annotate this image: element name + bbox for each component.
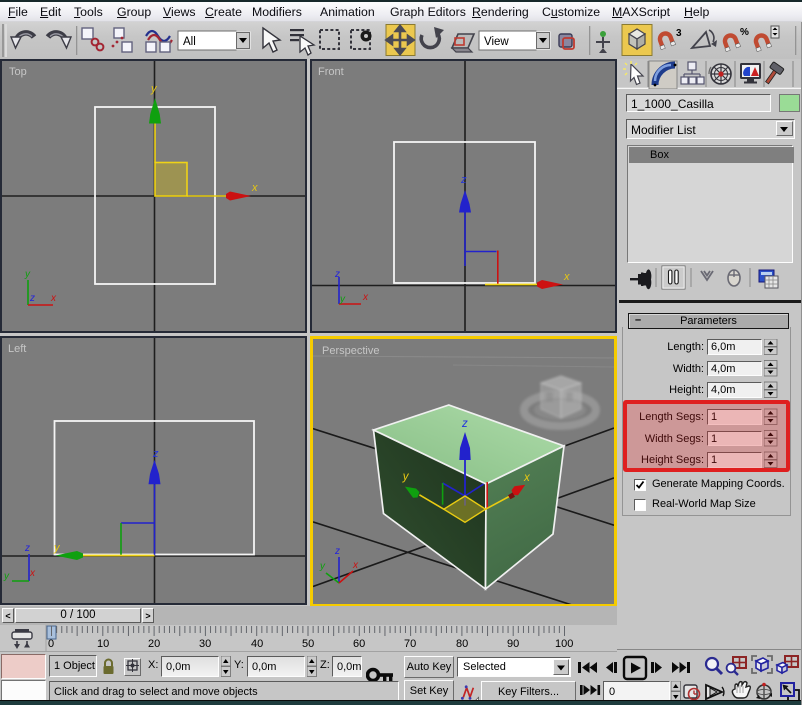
svg-text:z: z [24, 543, 30, 554]
svg-text:z: z [334, 269, 340, 280]
svg-text:y: y [339, 294, 346, 305]
svg-text:Top: Top [9, 66, 27, 78]
svg-text:%: % [740, 27, 749, 38]
svg-text:x: x [251, 182, 258, 194]
svg-text:x: x [29, 568, 36, 579]
svg-text:Left: Left [8, 343, 26, 355]
svg-text:y: y [150, 83, 158, 95]
svg-text:y: y [3, 571, 10, 582]
svg-text:z: z [29, 293, 35, 304]
svg-text:Front: Front [318, 66, 344, 78]
svg-text:Perspective: Perspective [322, 345, 379, 357]
svg-text:y: y [24, 269, 31, 280]
svg-text:3: 3 [676, 28, 682, 39]
svg-text:x: x [362, 292, 369, 303]
svg-text:x: x [352, 560, 359, 571]
svg-text:All: All [183, 36, 196, 48]
svg-text:x: x [563, 271, 570, 283]
svg-text:z: z [461, 418, 468, 430]
svg-text:y: y [319, 561, 326, 572]
svg-text:y: y [53, 542, 61, 554]
svg-text:z: z [152, 448, 159, 460]
svg-text:View: View [484, 36, 509, 48]
svg-text:x: x [50, 293, 57, 304]
svg-text:z: z [460, 174, 467, 186]
svg-text:z: z [334, 546, 340, 557]
